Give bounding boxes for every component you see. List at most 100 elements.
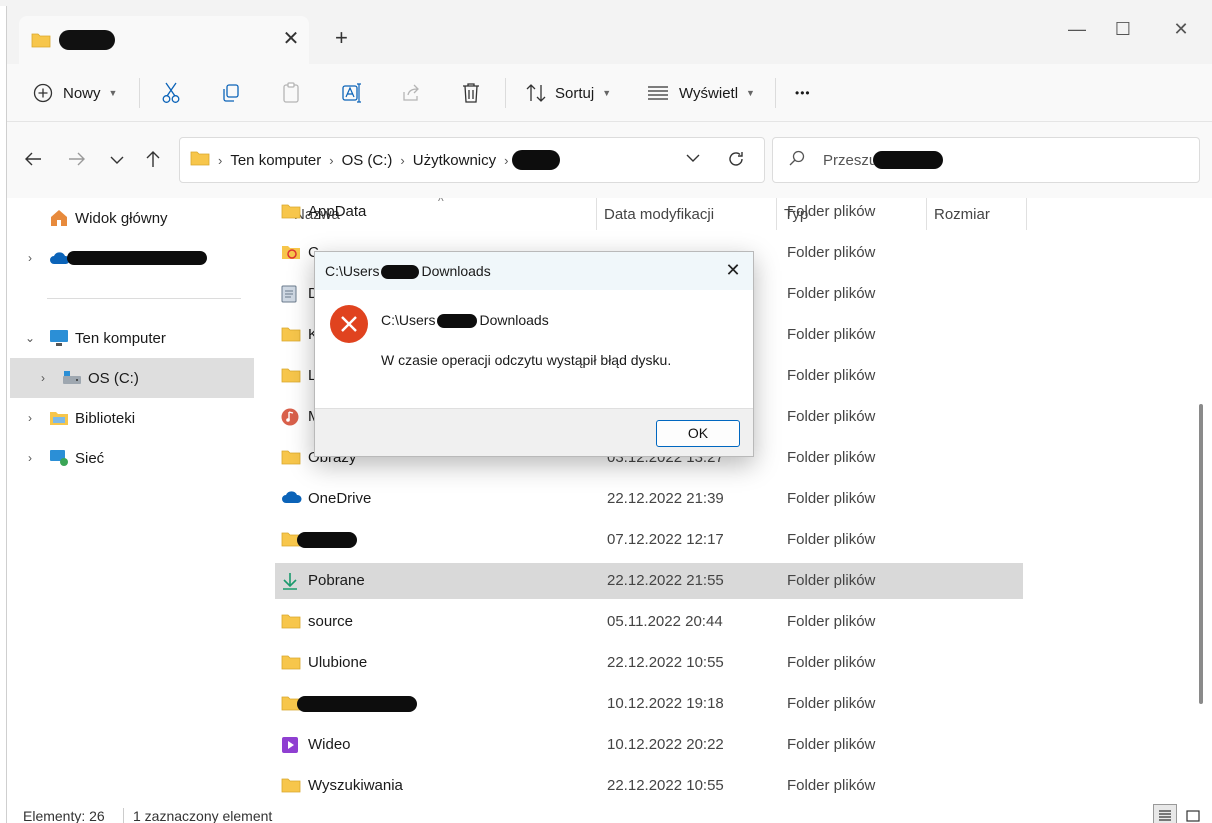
share-icon: [401, 83, 421, 103]
home-icon: [49, 208, 69, 228]
address-dropdown-button[interactable]: [686, 150, 700, 167]
sidebar-onedrive-redacted: [67, 251, 207, 265]
file-name-redacted: [297, 532, 357, 548]
chevron-right-icon[interactable]: ›: [19, 411, 41, 425]
file-date: 10.12.2022 20:22: [607, 736, 724, 753]
dialog-message: W czasie operacji odczytu wystąpił błąd …: [381, 352, 672, 368]
table-row[interactable]: Pobrane 22.12.2022 21:55 Folder plików: [275, 563, 1023, 599]
sidebar-item-onedrive[interactable]: ›: [7, 238, 251, 278]
ok-button[interactable]: OK: [656, 420, 740, 447]
file-type: Folder plików: [787, 654, 876, 671]
folder-icon: [190, 150, 210, 170]
file-date: 22.12.2022 21:39: [607, 490, 724, 507]
sidebar-divider: [47, 298, 241, 299]
clipboard-icon: [281, 82, 301, 104]
paste-button[interactable]: [281, 78, 301, 108]
table-row[interactable]: source 05.11.2022 20:44 Folder plików: [275, 604, 1023, 640]
chevron-down-icon[interactable]: ⌄: [19, 331, 41, 345]
maximize-button[interactable]: ☐: [1103, 16, 1143, 44]
view-button[interactable]: Wyświetl ▼: [647, 78, 755, 108]
minimize-button[interactable]: —: [1057, 16, 1097, 44]
file-type: Folder plików: [787, 736, 876, 753]
forward-button[interactable]: [61, 144, 93, 176]
breadcrumb-os-c[interactable]: OS (C:): [342, 152, 393, 169]
arrow-left-icon: [24, 151, 42, 170]
chevron-down-icon: [110, 152, 124, 168]
chevron-down-icon: ▼: [602, 88, 612, 98]
file-date: 22.12.2022 10:55: [607, 654, 724, 671]
table-row[interactable]: AppData Folder plików: [275, 198, 1023, 230]
sort-button-label: Sortuj: [555, 84, 595, 102]
new-tab-button[interactable]: +: [335, 26, 348, 50]
file-name: Wideo: [308, 736, 351, 753]
breadcrumb-users[interactable]: Użytkownicy: [413, 152, 496, 169]
folder-icon: [281, 777, 301, 797]
chevron-right-icon[interactable]: ›: [19, 451, 41, 465]
table-row[interactable]: 07.12.2022 12:17 Folder plików: [275, 522, 1023, 558]
table-row[interactable]: Wideo 10.12.2022 20:22 Folder plików: [275, 727, 1023, 763]
sidebar-item-this-pc[interactable]: ⌄ Ten komputer: [7, 318, 251, 358]
sidebar-item-os-c[interactable]: › OS (C:): [10, 358, 254, 398]
file-type: Folder plików: [787, 285, 876, 302]
table-row[interactable]: Ulubione 22.12.2022 10:55 Folder plików: [275, 645, 1023, 681]
table-row[interactable]: OneDrive 22.12.2022 21:39 Folder plików: [275, 481, 1023, 517]
tab-close-button[interactable]: ✕: [277, 26, 305, 54]
back-button[interactable]: [17, 144, 49, 176]
file-name: Wyszukiwania: [308, 777, 403, 794]
file-name: source: [308, 613, 354, 630]
delete-button[interactable]: [461, 78, 481, 108]
up-button[interactable]: [137, 144, 169, 176]
refresh-button[interactable]: [726, 149, 746, 173]
tiles-view-icon: [1186, 810, 1200, 822]
tab-current[interactable]: ✕: [19, 16, 309, 64]
column-divider[interactable]: [1026, 198, 1027, 230]
more-options-button[interactable]: •••: [795, 78, 811, 108]
search-box[interactable]: Przeszuka: [772, 137, 1200, 183]
dialog-path-prefix: C:\Users: [381, 312, 436, 328]
tiles-view-button[interactable]: [1181, 804, 1205, 823]
file-type: Folder plików: [787, 326, 876, 343]
error-dialog: C:\Users Downloads ✕ C:\Users Downloads W …: [314, 251, 754, 457]
breadcrumb-this-pc[interactable]: Ten komputer: [230, 152, 321, 169]
chevron-right-icon[interactable]: ›: [32, 371, 54, 385]
recent-locations-button[interactable]: [101, 144, 133, 176]
vertical-scrollbar[interactable]: [1197, 198, 1207, 798]
selection-count: 1 zaznaczony element: [133, 808, 273, 823]
file-date: 05.11.2022 20:44: [607, 613, 723, 630]
view-button-label: Wyświetl: [679, 84, 739, 102]
sidebar-item-home[interactable]: Widok główny: [7, 198, 251, 238]
search-icon: [789, 150, 805, 170]
file-name-redacted: [297, 696, 417, 712]
share-button[interactable]: [401, 78, 421, 108]
status-divider: [123, 808, 124, 823]
refresh-icon: [729, 152, 743, 166]
file-date: 22.12.2022 21:55: [607, 572, 724, 589]
sidebar-item-libraries[interactable]: › Biblioteki: [7, 398, 251, 438]
new-button-label: Nowy: [63, 84, 101, 102]
file-date: 10.12.2022 19:18: [607, 695, 724, 712]
table-row[interactable]: Wyszukiwania 22.12.2022 10:55 Folder plikó…: [275, 768, 1023, 798]
rename-button[interactable]: [341, 78, 363, 108]
window-close-button[interactable]: ✕: [1161, 16, 1201, 44]
download-icon: [281, 572, 299, 594]
document-icon: [281, 285, 297, 307]
sidebar-item-network[interactable]: › Sieć: [7, 438, 251, 478]
file-type: Folder plików: [787, 203, 876, 220]
scrollbar-thumb[interactable]: [1199, 404, 1203, 704]
new-button[interactable]: Nowy ▼: [33, 78, 117, 108]
cut-button[interactable]: [161, 78, 181, 108]
file-name: OneDrive: [308, 490, 372, 507]
table-row[interactable]: 10.12.2022 19:18 Folder plików: [275, 686, 1023, 722]
dialog-title-bar: C:\Users Downloads ✕: [315, 252, 753, 290]
file-type: Folder plików: [787, 777, 876, 794]
details-view-icon: [1159, 810, 1171, 821]
dialog-path: C:\Users Downloads: [381, 312, 549, 329]
dialog-close-button[interactable]: ✕: [719, 258, 747, 284]
details-view-button[interactable]: [1153, 804, 1177, 823]
copy-button[interactable]: [221, 78, 241, 108]
error-icon: [329, 304, 369, 347]
chevron-right-icon[interactable]: ›: [19, 251, 41, 265]
address-bar[interactable]: › Ten komputer › OS (C:) › Użytkownicy ›: [179, 137, 765, 183]
file-explorer-window: ✕ + — ☐ ✕ Nowy ▼ Sortuj ▼ Wyświetl ▼ •••…: [6, 6, 1212, 823]
sort-button[interactable]: Sortuj ▼: [525, 78, 611, 108]
